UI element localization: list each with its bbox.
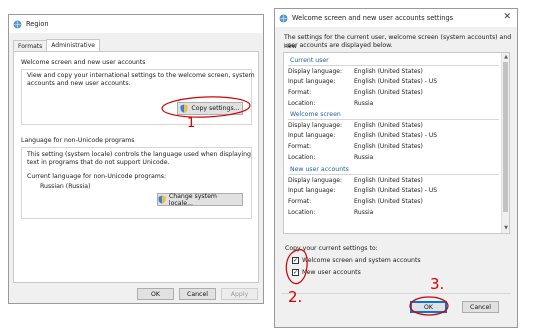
shield-icon — [158, 195, 166, 204]
region-cancel-button[interactable]: Cancel — [179, 288, 216, 300]
section-divider — [288, 174, 499, 175]
location-label: Location: — [288, 209, 316, 216]
section-title-current-user: Current user — [290, 57, 329, 64]
section-title-welcome-screen: Welcome screen — [290, 111, 341, 118]
display-language-value: English (United States) — [354, 68, 423, 75]
footer-divider — [281, 293, 511, 294]
display-language-value: English (United States) — [354, 122, 423, 129]
location-value: Russia — [354, 154, 374, 161]
settings-intro-2: user accounts are displayed below. — [284, 42, 393, 49]
region-tabs: Formats Administrative — [13, 39, 100, 51]
copy-settings-label: Copy settings... — [191, 105, 240, 112]
display-language-label: Display language: — [288, 177, 342, 184]
format-value: English (United States) — [354, 198, 423, 205]
settings-titlebar[interactable]: Welcome screen and new user accounts set… — [275, 9, 517, 27]
input-language-value: English (United States) - US — [354, 187, 438, 194]
settings-ok-button[interactable]: OK — [410, 301, 447, 313]
format-value: English (United States) — [354, 89, 423, 96]
settings-title: Welcome screen and new user accounts set… — [292, 14, 454, 22]
section-divider — [288, 119, 499, 120]
input-language-value: English (United States) - US — [354, 78, 438, 85]
current-language-label: Current language for non-Unicode program… — [27, 173, 167, 180]
tab-administrative[interactable]: Administrative — [46, 39, 100, 51]
shield-icon — [180, 104, 188, 113]
change-system-locale-label: Change system locale... — [168, 192, 217, 207]
new-user-accounts-checkbox[interactable]: ✓ — [292, 269, 299, 276]
copy-settings-button[interactable]: Copy settings... — [177, 102, 243, 115]
unicode-group-title: Language for non-Unicode programs — [21, 137, 135, 144]
tab-formats[interactable]: Formats — [13, 40, 48, 51]
settings-window: Welcome screen and new user accounts set… — [274, 8, 518, 328]
administrative-panel: Welcome screen and new user accounts Vie… — [13, 51, 259, 283]
display-language-value: English (United States) — [354, 177, 423, 184]
welcome-description-2: accounts and new user accounts. — [27, 80, 131, 87]
change-system-locale-button[interactable]: Change system locale... — [157, 192, 243, 207]
format-label: Format: — [288, 143, 312, 150]
close-icon[interactable]: ✕ — [503, 12, 511, 22]
welcome-screen-checkbox[interactable]: ✓ — [292, 257, 299, 264]
location-value: Russia — [354, 100, 374, 107]
section-divider — [288, 65, 499, 66]
unicode-description-2: text in programs that do not support Uni… — [27, 159, 170, 166]
welcome-group-title: Welcome screen and new user accounts — [21, 59, 146, 66]
new-user-accounts-checkbox-label[interactable]: New user accounts — [302, 268, 361, 277]
settings-cancel-button[interactable]: Cancel — [462, 301, 499, 313]
region-ok-button[interactable]: OK — [137, 288, 174, 300]
input-language-label: Input language: — [288, 78, 336, 85]
display-language-label: Display language: — [288, 122, 342, 129]
display-language-label: Display language: — [288, 68, 342, 75]
region-apply-button: Apply — [221, 288, 258, 300]
copy-settings-to-label: Copy your current settings to: — [285, 245, 378, 252]
scroll-thumb[interactable] — [503, 62, 508, 212]
input-language-value: English (United States) - US — [354, 132, 438, 139]
scroll-down-icon[interactable]: ▼ — [503, 225, 509, 231]
location-value: Russia — [354, 209, 374, 216]
welcome-screen-checkbox-label[interactable]: Welcome screen and system accounts — [302, 256, 421, 265]
format-label: Format: — [288, 198, 312, 205]
location-label: Location: — [288, 154, 316, 161]
format-label: Format: — [288, 89, 312, 96]
input-language-label: Input language: — [288, 187, 336, 194]
region-title: Region — [26, 20, 49, 28]
settings-list-panel: Current user Display language: English (… — [283, 52, 510, 234]
region-titlebar[interactable]: Region — [9, 15, 263, 33]
settings-scrollbar[interactable]: ▲ ▼ — [501, 53, 509, 233]
current-language-value: Russian (Russia) — [40, 183, 91, 190]
region-window: Region Formats Administrative Welcome sc… — [8, 14, 264, 304]
globe-icon — [13, 20, 22, 28]
input-language-label: Input language: — [288, 132, 336, 139]
location-label: Location: — [288, 100, 316, 107]
globe-icon — [279, 14, 288, 22]
section-title-new-user-accounts: New user accounts — [290, 166, 349, 173]
format-value: English (United States) — [354, 143, 423, 150]
scroll-up-icon[interactable]: ▲ — [503, 54, 509, 60]
